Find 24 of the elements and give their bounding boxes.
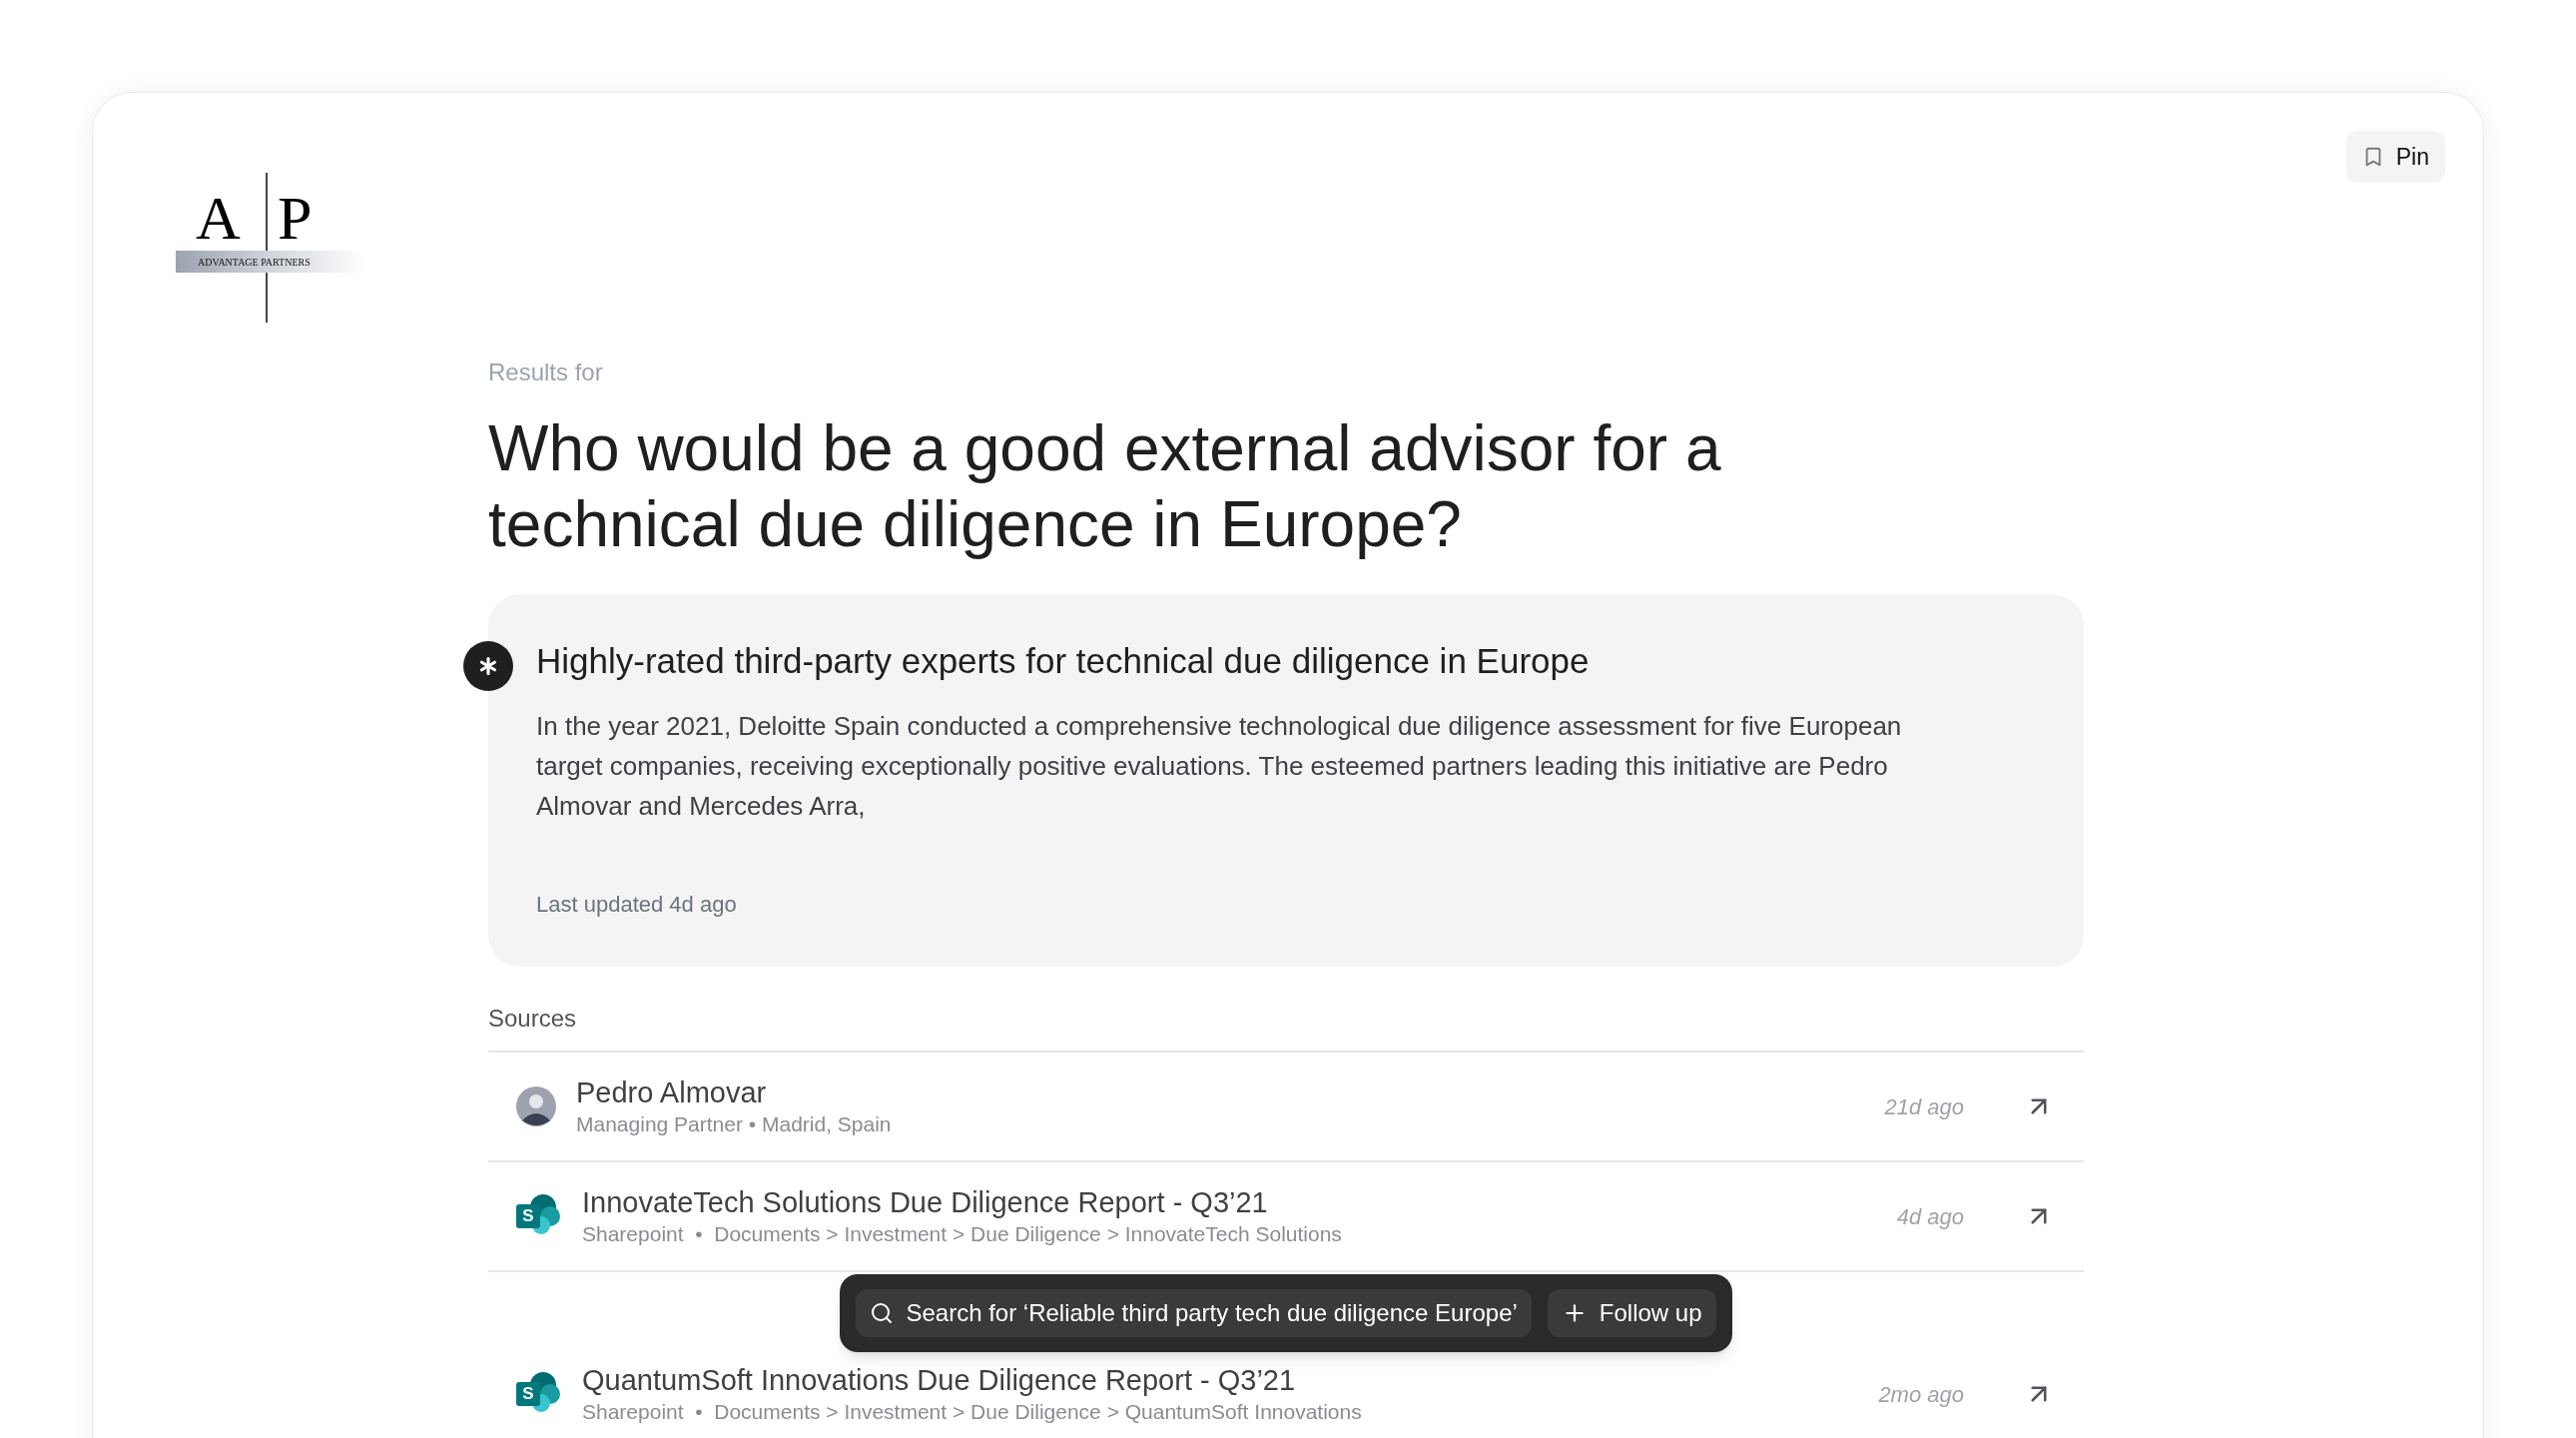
logo-drawing: A P ADVANTAGE PARTNERS xyxy=(176,173,365,323)
source-row[interactable]: Pedro Almovar Managing Partner • Madrid, Spain 21d ago xyxy=(488,1051,2084,1160)
source-time: 2mo ago xyxy=(1878,1380,1964,1409)
answer-title: Highly-rated third-party experts for technical due diligence in Europe xyxy=(536,640,1591,682)
sources-heading: Sources xyxy=(488,1004,578,1034)
avatar-icon xyxy=(516,1086,556,1126)
pin-button[interactable]: Pin xyxy=(2345,131,2445,183)
source-time: 4d ago xyxy=(1896,1202,1964,1231)
last-updated-text: Last updated 4d ago xyxy=(536,891,738,919)
source-title: Pedro Almovar xyxy=(576,1076,768,1110)
source-title: InnovateTech Solutions Due Diligence Report - Q3’21 xyxy=(582,1185,1269,1220)
results-label: Results for xyxy=(488,358,604,387)
search-icon xyxy=(870,1301,895,1325)
source-subtitle: Managing Partner • Madrid, Spain xyxy=(576,1111,893,1137)
follow-up-button[interactable]: Follow up xyxy=(1547,1289,1716,1337)
answer-text: In the year 2021, Deloitte Spain conducted a comprehensive technological due diligence assessment for five European target companies, receiving exceptionally positive evaluations. The esteemed partners leading this initiative are Pedro Almovar and Mercedes Arra, xyxy=(536,710,1903,823)
source-subtitle: Sharepoint • Documents > Investment > Due Diligence > InnovateTech Solutions xyxy=(582,1221,1343,1247)
source-subtitle: Sharepoint • Documents > Investment > Due Diligence > QuantumSoft Innovations xyxy=(582,1399,1363,1425)
query-heading: Who would be a good external advisor for a technical due diligence in Europe? xyxy=(488,411,1722,562)
source-row[interactable]: S InnovateTech Solutions Due Diligence Report - Q3’21 Sharepoint • Documents > Investment > Due Diligence > InnovateTech Solutions 4d ago xyxy=(488,1160,2084,1270)
source-title: QuantumSoft Innovations Due Diligence Report - Q3’21 xyxy=(582,1363,1297,1398)
source-row[interactable]: S QuantumSoft Innovations Due Diligence Report - Q3’21 Sharepoint • Documents > Investment > Due Diligence > QuantumSoft Innovations 2mo ago xyxy=(488,1354,2084,1434)
search-suggestion-button[interactable]: Search for ‘Reliable third party tech due diligence Europe’ xyxy=(856,1289,1532,1337)
source-time: 21d ago xyxy=(1884,1092,1964,1121)
